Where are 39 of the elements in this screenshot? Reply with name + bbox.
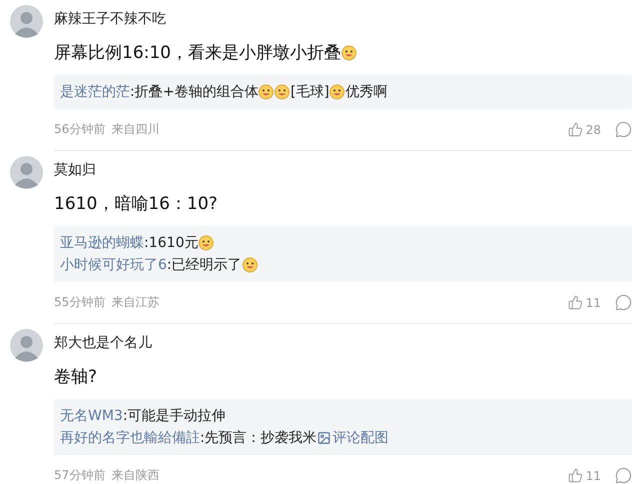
reply-author[interactable]: 再好的名字也輸給備註 bbox=[60, 429, 200, 447]
comment-text: 屏幕比例16:10，看来是小胖墩小折叠 bbox=[54, 41, 357, 64]
comment-icon[interactable] bbox=[615, 294, 632, 311]
reply-author[interactable]: 小时候可好玩了6 bbox=[60, 256, 167, 274]
emoji-icon bbox=[329, 84, 346, 100]
reply-text: 是迷茫的茫:折叠+卷轴的组合体 [毛球] 优秀啊 bbox=[60, 83, 388, 101]
like-button[interactable]: 11 bbox=[568, 468, 601, 483]
comment-text: 1610，暗喻16：10? bbox=[54, 193, 218, 215]
reply-author[interactable]: 亚马逊的蝴蝶 bbox=[60, 234, 144, 252]
avatar[interactable] bbox=[10, 329, 43, 362]
comment-location: 来自陕西 bbox=[111, 467, 160, 484]
comment-location: 来自四川 bbox=[111, 121, 160, 138]
reply-text: 亚马逊的蝴蝶:1610元 bbox=[60, 234, 214, 252]
avatar[interactable] bbox=[10, 156, 43, 189]
emoji-icon bbox=[274, 84, 290, 100]
comment-time: 56分钟前 bbox=[54, 121, 106, 138]
comment-time: 55分钟前 bbox=[54, 294, 106, 311]
emoji-icon bbox=[341, 44, 357, 60]
username[interactable]: 麻辣王子不辣不吃 bbox=[54, 10, 166, 28]
reply-text: 无名WM3:可能是手动拉伸 bbox=[60, 407, 226, 425]
reply-author[interactable]: 是迷茫的茫 bbox=[60, 83, 130, 101]
reply-text: 再好的名字也輸給備註:先预言：抄袭我米 评论配图 bbox=[60, 429, 389, 447]
emoji-icon bbox=[242, 257, 258, 273]
image-link[interactable]: 评论配图 bbox=[316, 429, 389, 447]
emoji-icon bbox=[258, 84, 274, 100]
comment-icon[interactable] bbox=[615, 121, 632, 138]
avatar[interactable] bbox=[10, 5, 43, 38]
username[interactable]: 郑大也是个名儿 bbox=[54, 334, 152, 352]
emoji-icon bbox=[198, 235, 214, 251]
like-button[interactable]: 11 bbox=[568, 295, 601, 310]
like-button[interactable]: 28 bbox=[568, 122, 601, 137]
comment-icon[interactable] bbox=[615, 467, 632, 484]
comment-time: 57分钟前 bbox=[54, 467, 106, 484]
username[interactable]: 莫如归 bbox=[54, 161, 96, 179]
image-icon bbox=[316, 431, 331, 445]
reply-author[interactable]: 无名WM3 bbox=[60, 407, 123, 425]
comment-text: 卷轴? bbox=[54, 366, 98, 388]
comment-location: 来自江苏 bbox=[111, 294, 160, 311]
reply-text: 小时候可好玩了6:已经明示了 bbox=[60, 256, 258, 274]
